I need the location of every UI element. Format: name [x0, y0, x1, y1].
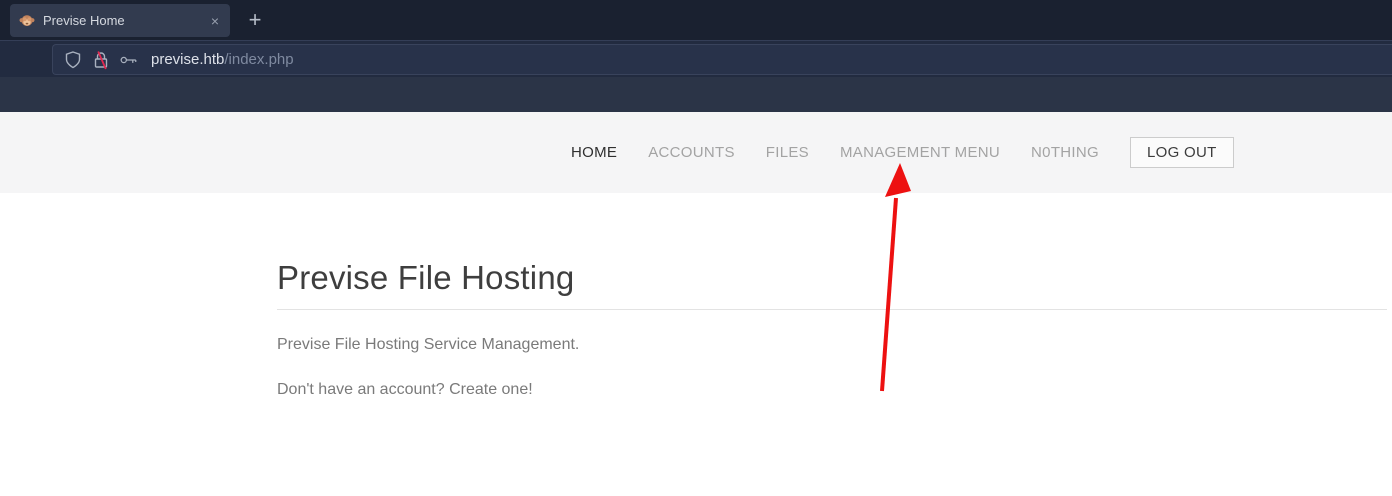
insecure-lock-icon[interactable] [92, 50, 110, 70]
monkey-favicon-icon [19, 13, 35, 29]
browser-toolbar: previse.htb/index.php [0, 40, 1392, 77]
nav-item-home[interactable]: HOME [571, 144, 617, 161]
bookmarks-strip [0, 77, 1392, 112]
tab-title: Previse Home [43, 13, 201, 28]
nav-item-management-menu[interactable]: MANAGEMENT MENU [840, 144, 1000, 161]
new-tab-button[interactable]: + [240, 6, 270, 34]
intro-text: Previse File Hosting Service Management. [277, 336, 1387, 354]
browser-tab-previse-home[interactable]: Previse Home × [10, 4, 230, 37]
log-out-button[interactable]: LOG OUT [1130, 137, 1234, 168]
tab-close-icon[interactable]: × [209, 13, 221, 29]
site-nav: HOME ACCOUNTS FILES MANAGEMENT MENU N0TH… [571, 112, 1234, 193]
shield-icon[interactable] [64, 50, 82, 70]
nav-item-n0thing[interactable]: N0THING [1031, 144, 1099, 161]
nav-item-files[interactable]: FILES [766, 144, 809, 161]
nav-item-accounts[interactable]: ACCOUNTS [648, 144, 735, 161]
page-title: Previse File Hosting [277, 258, 1387, 298]
account-prompt-text: Don't have an account? Create one! [277, 381, 1387, 399]
browser-tab-bar: Previse Home × + [0, 0, 1392, 40]
title-divider [277, 309, 1387, 310]
site-nav-band: HOME ACCOUNTS FILES MANAGEMENT MENU N0TH… [0, 112, 1392, 193]
key-icon[interactable] [120, 50, 138, 70]
url-path: /index.php [224, 51, 293, 68]
url-bar[interactable]: previse.htb/index.php [52, 44, 1392, 75]
page-body: HOME ACCOUNTS FILES MANAGEMENT MENU N0TH… [0, 112, 1392, 496]
url-host: previse.htb [151, 51, 224, 68]
url-text[interactable]: previse.htb/index.php [151, 51, 294, 68]
main-content: Previse File Hosting Previse File Hostin… [277, 258, 1387, 400]
